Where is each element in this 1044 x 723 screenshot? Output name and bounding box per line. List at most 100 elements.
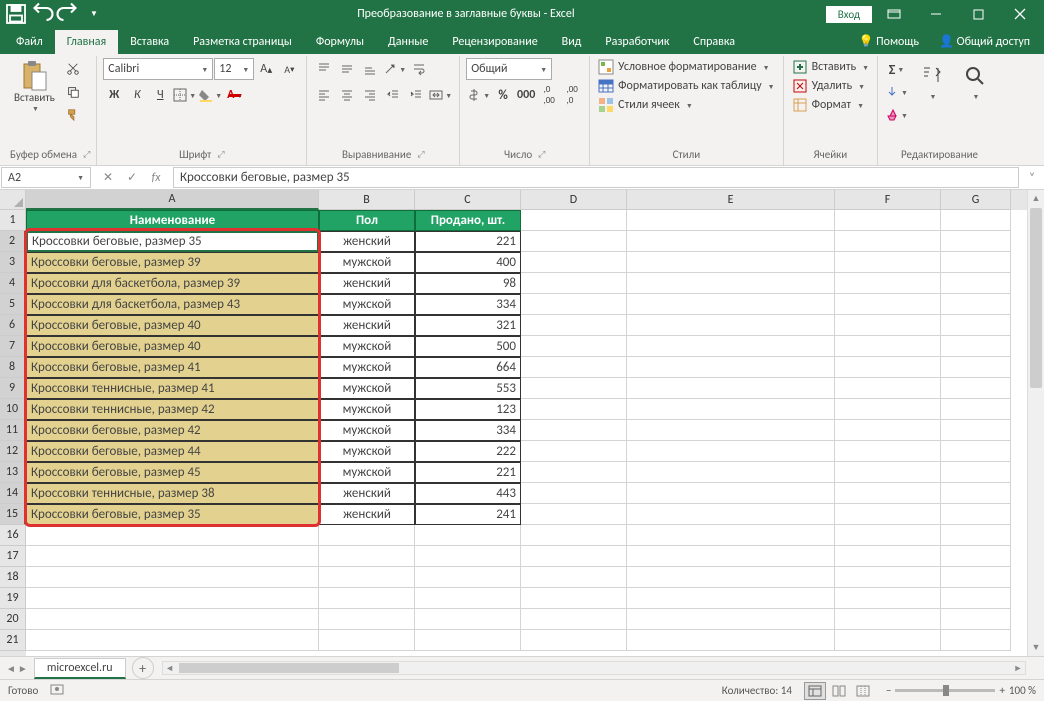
- qat-customize-icon[interactable]: ▼: [82, 2, 106, 26]
- tab-data[interactable]: Данные: [376, 30, 440, 54]
- cell[interactable]: Кроссовки для баскетбола, размер 39: [26, 273, 319, 294]
- cell[interactable]: Продано, шт.: [415, 210, 521, 231]
- cell[interactable]: Кроссовки беговые, размер 39: [26, 252, 319, 273]
- decrease-font-icon[interactable]: A▾: [278, 58, 300, 80]
- column-header[interactable]: D: [521, 190, 627, 210]
- cell[interactable]: [941, 294, 1011, 315]
- cell[interactable]: [521, 336, 627, 357]
- cell[interactable]: [627, 294, 835, 315]
- cell[interactable]: [521, 231, 627, 252]
- row-header[interactable]: 14: [0, 483, 26, 504]
- row-header[interactable]: 8: [0, 357, 26, 378]
- cell[interactable]: 664: [415, 357, 521, 378]
- cell[interactable]: женский: [319, 231, 415, 252]
- cell[interactable]: 334: [415, 294, 521, 315]
- cell[interactable]: [627, 504, 835, 525]
- cell-styles-button[interactable]: Стили ячеек▼: [596, 96, 695, 114]
- macro-record-icon[interactable]: [50, 682, 64, 699]
- cell[interactable]: [627, 483, 835, 504]
- row-header[interactable]: 18: [0, 567, 26, 588]
- italic-button[interactable]: К: [126, 84, 148, 106]
- row-header[interactable]: 16: [0, 525, 26, 546]
- row-header[interactable]: 6: [0, 315, 26, 336]
- wrap-text-icon[interactable]: [408, 58, 430, 80]
- cell[interactable]: [521, 630, 627, 651]
- expand-formula-bar-icon[interactable]: ˅: [1020, 166, 1044, 189]
- tab-view[interactable]: Вид: [550, 30, 594, 54]
- borders-icon[interactable]: ▼: [172, 84, 197, 106]
- cell[interactable]: [521, 525, 627, 546]
- cell[interactable]: 553: [415, 378, 521, 399]
- column-header[interactable]: C: [415, 190, 521, 210]
- row-header[interactable]: 2: [0, 231, 26, 252]
- cell[interactable]: [521, 294, 627, 315]
- cell[interactable]: [521, 273, 627, 294]
- cell[interactable]: [319, 546, 415, 567]
- cell[interactable]: [941, 315, 1011, 336]
- font-size-combo[interactable]: 12▼: [214, 58, 254, 80]
- cell[interactable]: [835, 630, 941, 651]
- column-headers[interactable]: ABCDEFG: [26, 190, 1027, 210]
- row-header[interactable]: 19: [0, 588, 26, 609]
- delete-cells-button[interactable]: Удалить▼: [790, 77, 868, 95]
- cell[interactable]: [941, 210, 1011, 231]
- cell[interactable]: [835, 567, 941, 588]
- cell[interactable]: [627, 588, 835, 609]
- cell[interactable]: [521, 420, 627, 441]
- dialog-launcher-icon[interactable]: ⤢: [538, 149, 545, 160]
- cell[interactable]: [521, 252, 627, 273]
- tab-file[interactable]: Файл: [4, 30, 55, 54]
- insert-cells-button[interactable]: Вставить▼: [790, 58, 871, 76]
- cell[interactable]: [627, 399, 835, 420]
- cell[interactable]: Кроссовки беговые, размер 44: [26, 441, 319, 462]
- vertical-scrollbar[interactable]: ▲ ▼: [1027, 190, 1044, 656]
- cell[interactable]: [26, 609, 319, 630]
- cell[interactable]: [835, 357, 941, 378]
- cell[interactable]: Кроссовки теннисные, размер 41: [26, 378, 319, 399]
- autosum-icon[interactable]: Σ▼: [884, 58, 909, 80]
- maximize-icon[interactable]: [958, 0, 998, 28]
- cell[interactable]: [835, 441, 941, 462]
- cell[interactable]: [627, 546, 835, 567]
- cell[interactable]: [941, 567, 1011, 588]
- cell[interactable]: [941, 483, 1011, 504]
- cell[interactable]: [941, 378, 1011, 399]
- ribbon-display-icon[interactable]: [874, 0, 914, 28]
- cell[interactable]: [319, 567, 415, 588]
- cell[interactable]: Наименование: [26, 210, 319, 231]
- cell[interactable]: женский: [319, 273, 415, 294]
- cell[interactable]: [415, 525, 521, 546]
- row-header[interactable]: 1: [0, 210, 26, 231]
- zoom-slider[interactable]: [895, 689, 995, 692]
- accounting-icon[interactable]: ▼: [466, 84, 491, 106]
- cell[interactable]: [319, 609, 415, 630]
- row-header[interactable]: 12: [0, 441, 26, 462]
- sort-filter-button[interactable]: ▼: [912, 58, 952, 103]
- formula-input[interactable]: Кроссовки беговые, размер 35: [173, 167, 1019, 188]
- select-all-button[interactable]: [0, 190, 26, 210]
- cell[interactable]: [941, 441, 1011, 462]
- row-header[interactable]: 13: [0, 462, 26, 483]
- row-header[interactable]: 10: [0, 399, 26, 420]
- redo-icon[interactable]: [56, 2, 80, 26]
- column-header[interactable]: B: [319, 190, 415, 210]
- cell[interactable]: [521, 357, 627, 378]
- cell[interactable]: [941, 357, 1011, 378]
- scroll-thumb[interactable]: [1030, 208, 1042, 388]
- find-select-button[interactable]: ▼: [955, 58, 995, 103]
- sheet-tab[interactable]: microexcel.ru: [34, 658, 126, 679]
- cell[interactable]: [941, 462, 1011, 483]
- cell[interactable]: [835, 336, 941, 357]
- cell[interactable]: [521, 210, 627, 231]
- cell[interactable]: [627, 252, 835, 273]
- cell[interactable]: [26, 525, 319, 546]
- cell[interactable]: [627, 420, 835, 441]
- percent-icon[interactable]: %: [492, 84, 514, 106]
- cell[interactable]: [835, 210, 941, 231]
- zoom-in-icon[interactable]: +: [999, 684, 1004, 697]
- cell[interactable]: Кроссовки теннисные, размер 38: [26, 483, 319, 504]
- cell[interactable]: Пол: [319, 210, 415, 231]
- row-header[interactable]: 20: [0, 609, 26, 630]
- cell[interactable]: [627, 630, 835, 651]
- cell[interactable]: [415, 567, 521, 588]
